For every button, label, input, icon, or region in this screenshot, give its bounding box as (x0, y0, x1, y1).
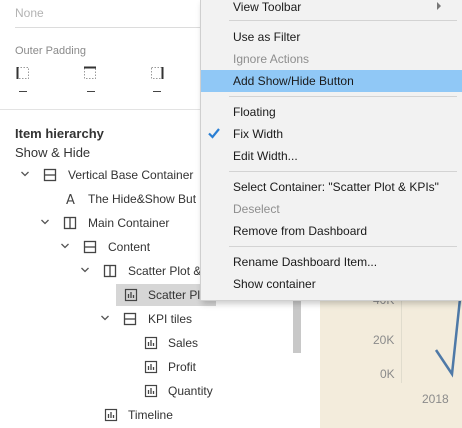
dropdown-underline (15, 27, 205, 28)
tree-item-label: Quantity (168, 384, 213, 398)
menu-item-label: Select Container: "Scatter Plot & KPIs" (233, 180, 439, 194)
menu-item-label: Edit Width... (233, 149, 298, 163)
tree-item-label: Main Container (88, 216, 170, 230)
background-dropdown-value[interactable]: None (15, 6, 44, 20)
menu-item-label: View Toolbar (233, 0, 302, 14)
menu-item-label: Fix Width (233, 127, 284, 141)
tree-item-kpi-tiles[interactable]: KPI tiles (0, 308, 300, 330)
menu-item-label: Rename Dashboard Item... (233, 255, 378, 269)
horizontal-container-icon (63, 216, 77, 230)
tree-item-label: KPI tiles (148, 312, 193, 326)
menu-item-label: Ignore Actions (233, 52, 310, 66)
vertical-container-icon (43, 168, 57, 182)
tree-item-label: Scatter Plot & (128, 264, 202, 278)
chevron-down-icon[interactable] (100, 313, 110, 323)
vertical-container-icon (83, 240, 97, 254)
tree-item-quantity[interactable]: Quantity (0, 380, 300, 402)
menu-separator (229, 96, 457, 97)
outer-padding-label: Outer Padding (15, 45, 86, 57)
context-menu: View Toolbar Use as Filter Ignore Action… (200, 0, 462, 301)
chevron-down-icon[interactable] (20, 169, 30, 179)
tree-item-label: Timeline (128, 408, 173, 422)
menu-item-select-container[interactable]: Select Container: "Scatter Plot & KPIs" (201, 176, 462, 198)
vertical-container-icon (123, 312, 137, 326)
menu-item-label: Add Show/Hide Button (233, 74, 354, 88)
tree-item-label: Sales (168, 336, 199, 350)
padding-bottom-dash-1 (19, 91, 27, 92)
tree-item-timeline[interactable]: Timeline (0, 404, 300, 426)
menu-item-ignore-actions: Ignore Actions (201, 48, 462, 70)
chevron-down-icon[interactable] (40, 217, 50, 227)
tree-item-sales[interactable]: Sales (0, 332, 300, 354)
menu-item-deselect: Deselect (201, 198, 462, 220)
menu-item-label: Remove from Dashboard (233, 224, 368, 238)
menu-item-remove-from-dashboard[interactable]: Remove from Dashboard (201, 220, 462, 242)
padding-left-icon[interactable] (16, 66, 30, 80)
svg-text:A: A (66, 193, 75, 206)
x-tick-2018: 2018 (422, 392, 449, 406)
padding-bottom-dash-3 (153, 91, 161, 92)
text-icon: A (66, 193, 75, 206)
menu-item-label: Floating (233, 105, 276, 119)
menu-item-label: Show container (233, 277, 316, 291)
sheet-icon (144, 384, 158, 398)
tree-item-label: The Hide&Show But (88, 192, 197, 206)
menu-separator (229, 20, 457, 21)
tree-item-label: Content (108, 240, 151, 254)
menu-item-label: Use as Filter (233, 30, 301, 44)
menu-item-view-toolbar[interactable]: View Toolbar (201, 0, 462, 18)
padding-bottom-dash-2 (87, 91, 95, 92)
y-tick-20k: 20K (373, 333, 395, 347)
menu-item-add-show-hide-button[interactable]: Add Show/Hide Button (201, 70, 462, 92)
padding-right-icon[interactable] (150, 66, 164, 80)
padding-top-icon[interactable] (83, 66, 97, 80)
menu-item-rename-dashboard-item[interactable]: Rename Dashboard Item... (201, 251, 462, 273)
checkmark-icon (208, 128, 220, 139)
y-tick-0k: 0K (380, 367, 395, 381)
chevron-down-icon[interactable] (60, 241, 70, 251)
item-hierarchy-title: Item hierarchy (15, 126, 104, 141)
menu-item-edit-width[interactable]: Edit Width... (201, 145, 462, 167)
menu-separator (229, 246, 457, 247)
item-hierarchy-subtitle: Show & Hide (15, 145, 91, 160)
tree-item-label: Vertical Base Container (68, 168, 194, 182)
menu-separator (229, 171, 457, 172)
sheet-icon (144, 360, 158, 374)
chart-axis-line (401, 293, 402, 383)
sheet-icon (144, 336, 158, 350)
submenu-arrow-icon (437, 2, 441, 10)
horizontal-container-icon (103, 264, 117, 278)
tree-item-label: Profit (168, 360, 197, 374)
menu-item-label: Deselect (233, 202, 280, 216)
sheet-icon (104, 408, 118, 422)
menu-item-show-container[interactable]: Show container (201, 273, 462, 295)
menu-item-fix-width[interactable]: Fix Width (201, 123, 462, 145)
tree-item-profit[interactable]: Profit (0, 356, 300, 378)
chevron-down-icon[interactable] (80, 265, 90, 275)
menu-item-floating[interactable]: Floating (201, 101, 462, 123)
menu-item-use-as-filter[interactable]: Use as Filter (201, 26, 462, 48)
sheet-icon (124, 288, 138, 302)
